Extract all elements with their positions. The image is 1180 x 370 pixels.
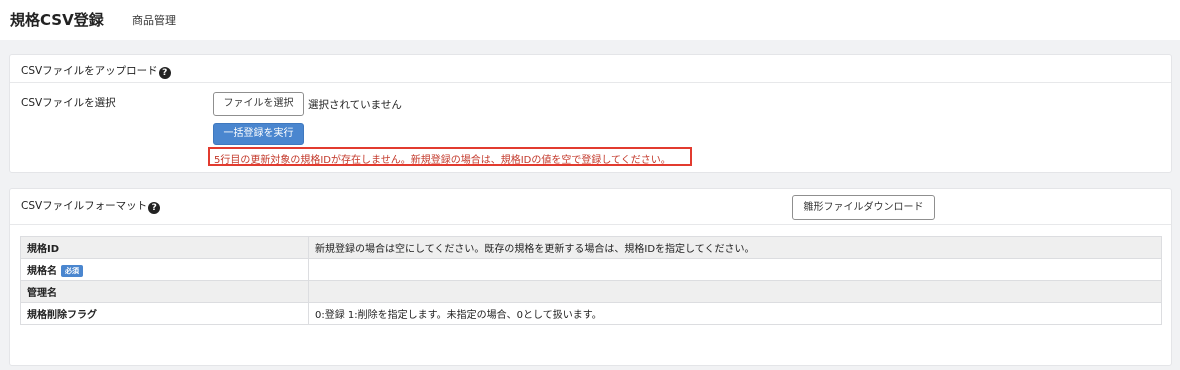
format-card-header: CSVファイルフォーマット? 雛形ファイルダウンロード [10,189,1171,225]
table-row: 規格名 必須 [20,258,1162,281]
row-name: 規格削除フラグ [20,302,309,325]
row-name: 管理名 [20,280,309,303]
upload-card-title: CSVファイルをアップロード? [21,63,171,79]
table-row: 規格削除フラグ 0:登録 1:削除を指定します。未指定の場合、0として扱います。 [20,302,1162,325]
file-status-text: 選択されていません [308,99,402,111]
page-title: 規格CSV登録 [10,11,104,29]
upload-card-header: CSVファイルをアップロード? [10,55,1171,83]
help-icon[interactable]: ? [148,202,161,214]
template-download-button[interactable]: 雛形ファイルダウンロード [792,195,935,220]
csv-file-label: CSVファイルを選択 [21,97,116,109]
page-subtitle: 商品管理 [132,14,176,27]
help-icon[interactable]: ? [158,67,171,79]
row-description [308,280,1162,303]
format-card-title-text: CSVファイルフォーマット [21,200,148,212]
row-description: 0:登録 1:削除を指定します。未指定の場合、0として扱います。 [308,302,1162,325]
format-card: CSVファイルフォーマット? 雛形ファイルダウンロード 規格ID 新規登録の場合… [9,188,1172,366]
upload-card-title-text: CSVファイルをアップロード [21,65,158,77]
row-name-cell: 規格名 必須 [20,258,309,281]
page-header: 規格CSV登録 商品管理 [0,0,1180,40]
choose-file-button[interactable]: ファイルを選択 [213,92,304,116]
error-message: 5行目の更新対象の規格IDが存在しません。新規登録の場合は、規格IDの値を空で登… [208,147,692,166]
row-description [308,258,1162,281]
table-row: 管理名 [20,280,1162,303]
table-row: 規格ID 新規登録の場合は空にしてください。既存の規格を更新する場合は、規格ID… [20,236,1162,259]
required-badge: 必須 [61,265,83,277]
row-name: 規格ID [20,236,309,259]
format-card-title: CSVファイルフォーマット? [21,198,161,214]
format-table: 規格ID 新規登録の場合は空にしてください。既存の規格を更新する場合は、規格ID… [20,236,1162,325]
bulk-register-button[interactable]: 一括登録を実行 [213,123,304,145]
upload-card: CSVファイルをアップロード? CSVファイルを選択 ファイルを選択 選択されて… [9,54,1172,173]
row-name: 規格名 [27,266,57,277]
row-description: 新規登録の場合は空にしてください。既存の規格を更新する場合は、規格IDを指定して… [308,236,1162,259]
